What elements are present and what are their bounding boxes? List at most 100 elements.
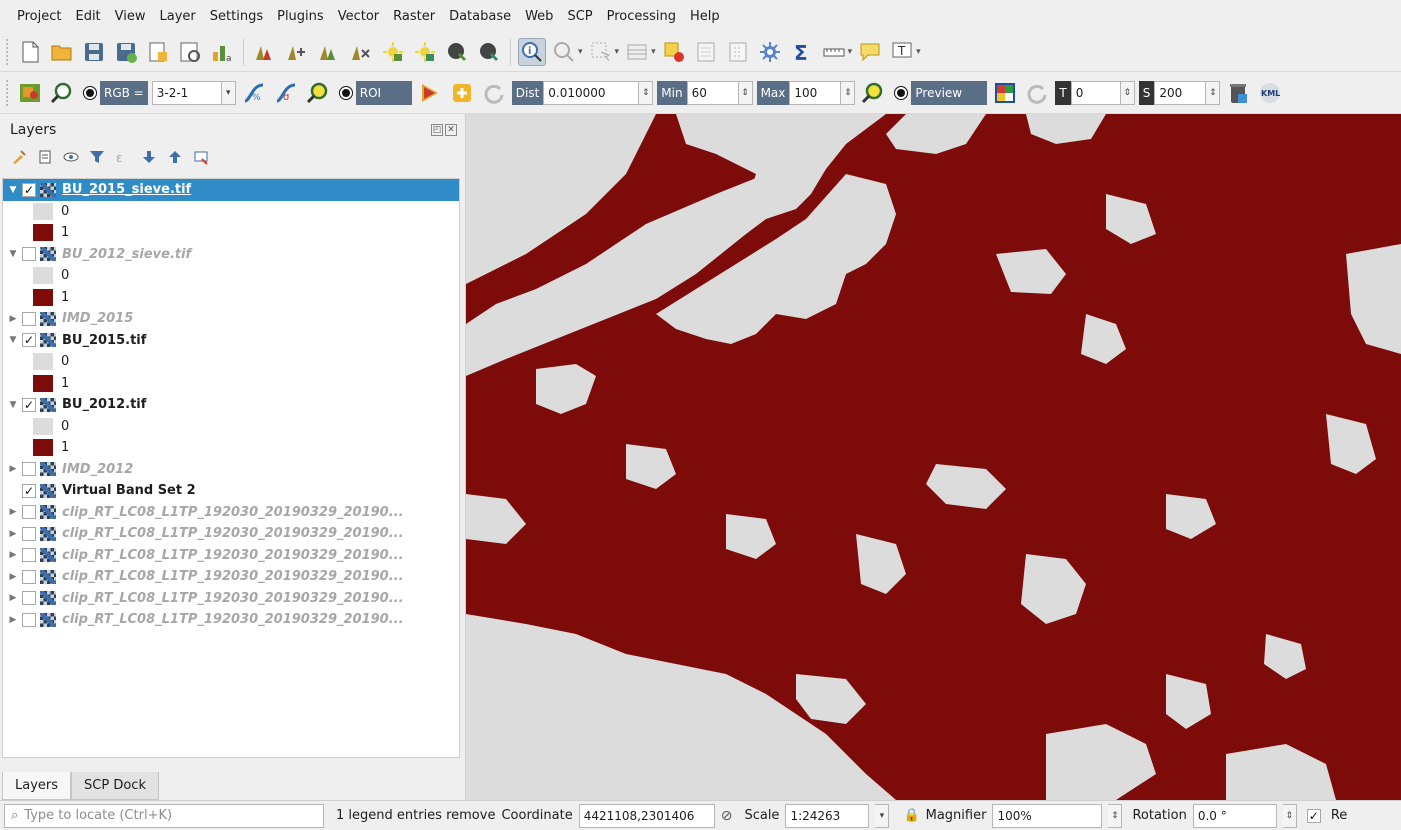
expand-arrow-icon[interactable]: ▶ (6, 572, 20, 582)
layer-row[interactable]: ✓ Virtual Band Set 2 (3, 480, 459, 502)
select-features-icon[interactable] (587, 38, 615, 66)
field-calculator-icon[interactable] (724, 38, 752, 66)
style-layer-icon[interactable] (10, 148, 28, 166)
statistical-summary-icon[interactable]: Σ (788, 38, 816, 66)
scp-main-interface-icon[interactable] (16, 79, 44, 107)
new-print-layout-icon[interactable] (144, 38, 172, 66)
redo-roi-icon[interactable] (480, 79, 508, 107)
menu-vector[interactable]: Vector (331, 9, 386, 24)
rgb-combobox[interactable]: 3-2-1 (151, 80, 222, 105)
layer-visibility-checkbox[interactable] (22, 462, 36, 477)
roi-toggle-icon[interactable] (338, 85, 353, 100)
transparency-spin-icon[interactable]: ⇕ (1120, 80, 1135, 105)
magnifier-field[interactable]: 100% (992, 803, 1103, 828)
dropdown-arrow-icon[interactable]: ▾ (578, 47, 583, 57)
zoom-to-input-image-icon[interactable] (48, 79, 76, 107)
expand-arrow-icon[interactable]: ▶ (6, 529, 20, 539)
toolbar-grip[interactable] (6, 79, 10, 106)
activate-roi-pointer-icon[interactable] (448, 79, 476, 107)
zoom-in-icon[interactable] (315, 38, 343, 66)
layer-row[interactable]: ▶ clip_RT_LC08_L1TP_192030_20190329_20190… (3, 609, 459, 631)
rgb-toggle-icon[interactable] (83, 85, 97, 100)
collapse-arrow-icon[interactable]: ▼ (6, 400, 20, 410)
size-spin-icon[interactable]: ⇕ (1206, 80, 1221, 105)
min-spin-icon[interactable]: ⇕ (738, 80, 753, 105)
tab-scp-dock[interactable]: SCP Dock (71, 772, 159, 800)
toolbar-grip[interactable] (6, 38, 10, 65)
locator-search[interactable]: ⌕ Type to locate (Ctrl+K) (4, 803, 324, 828)
layout-manager-icon[interactable] (176, 38, 204, 66)
dist-input[interactable]: 0.010000 (543, 80, 640, 105)
kml-export-icon[interactable]: KML (1256, 79, 1284, 107)
layer-visibility-checkbox[interactable] (22, 247, 36, 262)
menu-edit[interactable]: Edit (68, 9, 107, 24)
save-project-icon[interactable] (80, 38, 108, 66)
layer-row[interactable]: ▶ IMD_2012 (3, 459, 459, 481)
rotation-spin-icon[interactable]: ⇕ (1282, 803, 1297, 828)
attribute-table-icon[interactable] (623, 38, 651, 66)
filter-expression-icon[interactable]: ε (114, 148, 132, 166)
expand-all-icon[interactable] (140, 148, 158, 166)
expand-arrow-icon[interactable]: ▶ (6, 550, 20, 560)
layer-row[interactable]: ▼ ✓ BU_2015.tif (3, 330, 459, 352)
local-cumulative-stretch-icon[interactable]: % (240, 79, 268, 107)
layer-visibility-checkbox[interactable] (22, 311, 36, 326)
layer-visibility-checkbox[interactable] (22, 505, 36, 520)
open-project-icon[interactable] (48, 38, 76, 66)
layer-row[interactable]: ▼ ✓ BU_2015_sieve.tif (3, 179, 459, 201)
render-checkbox[interactable]: ✓ (1306, 808, 1321, 823)
layer-row[interactable]: ▶ clip_RT_LC08_L1TP_192030_20190329_20190… (3, 545, 459, 567)
zoom-to-preview-icon[interactable] (859, 79, 887, 107)
layer-row[interactable]: ▶ clip_RT_LC08_L1TP_192030_20190329_20190… (3, 566, 459, 588)
redo-preview-icon[interactable] (1023, 79, 1051, 107)
preview-toggle-icon[interactable] (894, 85, 909, 100)
layer-row[interactable]: ▶ clip_RT_LC08_L1TP_192030_20190329_20190… (3, 502, 459, 524)
close-panel-icon[interactable]: ✕ (445, 124, 457, 136)
expand-arrow-icon[interactable]: ▶ (6, 593, 20, 603)
layer-visibility-checkbox[interactable] (22, 591, 36, 606)
expand-arrow-icon[interactable]: ▶ (6, 615, 20, 625)
expand-arrow-icon[interactable]: ▶ (6, 314, 20, 324)
select-by-area-icon[interactable] (550, 38, 578, 66)
activate-preview-pointer-icon[interactable] (991, 79, 1019, 107)
menu-layer[interactable]: Layer (153, 9, 203, 24)
min-input[interactable]: 60 (686, 80, 739, 105)
expand-arrow-icon[interactable]: ▶ (6, 464, 20, 474)
layer-row[interactable]: ▼ BU_2012_sieve.tif (3, 244, 459, 266)
dropdown-arrow-icon[interactable]: ▾ (615, 47, 620, 57)
rotation-field[interactable]: 0.0 ° (1192, 803, 1277, 828)
add-group-icon[interactable] (36, 148, 54, 166)
new-project-icon[interactable] (16, 38, 44, 66)
menu-settings[interactable]: Settings (203, 9, 270, 24)
layer-visibility-checkbox[interactable] (22, 526, 36, 541)
transparency-input[interactable]: 0 (1070, 80, 1121, 105)
pan-to-selection-icon[interactable] (283, 38, 311, 66)
remove-temp-files-icon[interactable] (1224, 79, 1252, 107)
collapse-arrow-icon[interactable]: ▼ (6, 185, 20, 195)
toggle-extents-icon[interactable]: ⊘ (721, 808, 733, 824)
create-roi-polygon-icon[interactable] (416, 79, 444, 107)
measure-line-icon[interactable] (820, 38, 848, 66)
magnifier-spin-icon[interactable]: ⇕ (1108, 803, 1123, 828)
collapse-arrow-icon[interactable]: ▼ (6, 249, 20, 259)
max-input[interactable]: 100 (789, 80, 842, 105)
zoom-next-icon[interactable] (475, 38, 503, 66)
max-spin-icon[interactable]: ⇕ (841, 80, 856, 105)
text-annotation-icon[interactable]: T (888, 38, 916, 66)
layer-row[interactable]: ▶ clip_RT_LC08_L1TP_192030_20190329_20190… (3, 588, 459, 610)
zoom-layer-icon[interactable] (411, 38, 439, 66)
zoom-to-temp-roi-icon[interactable] (304, 79, 332, 107)
collapse-arrow-icon[interactable]: ▼ (6, 335, 20, 345)
dropdown-arrow-icon[interactable]: ▾ (848, 47, 853, 57)
open-table-icon[interactable] (692, 38, 720, 66)
collapse-all-icon[interactable] (166, 148, 184, 166)
manage-visibility-icon[interactable] (62, 148, 80, 166)
size-input[interactable]: 200 (1154, 80, 1207, 105)
map-tips-icon[interactable] (856, 38, 884, 66)
layer-row[interactable]: ▶ clip_RT_LC08_L1TP_192030_20190329_20190… (3, 523, 459, 545)
menu-view[interactable]: View (108, 9, 153, 24)
zoom-last-icon[interactable] (443, 38, 471, 66)
float-panel-icon[interactable]: ◰ (431, 124, 443, 136)
dropdown-arrow-icon[interactable]: ▾ (651, 47, 656, 57)
lock-scale-icon[interactable]: 🔒 (903, 808, 919, 823)
